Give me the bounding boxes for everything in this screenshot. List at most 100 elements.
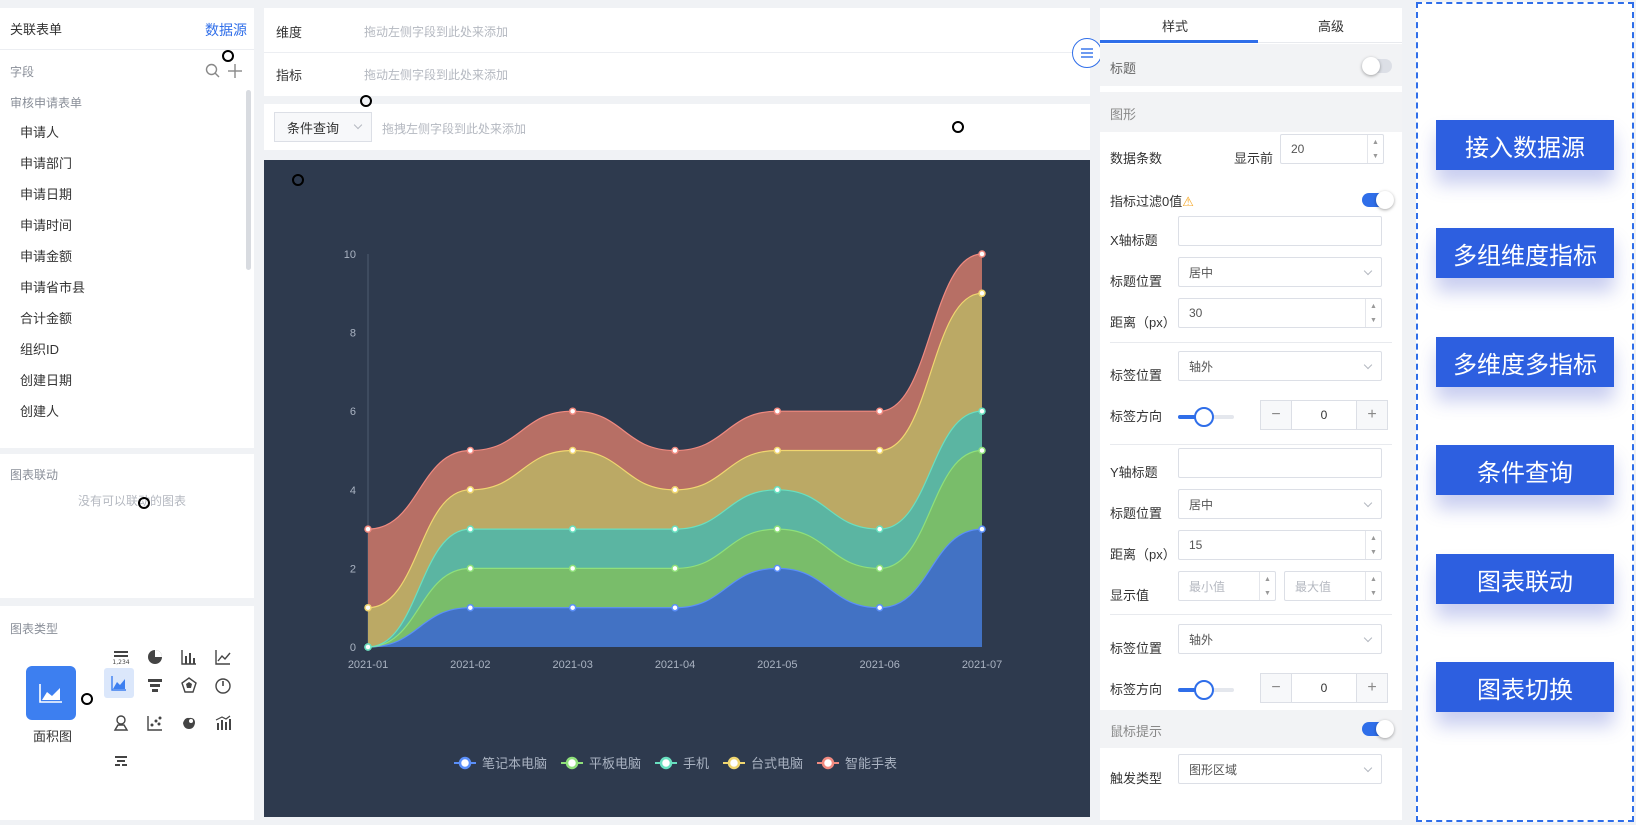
decrement-button[interactable]: − (1261, 674, 1291, 702)
menu-toggle-button[interactable] (1072, 38, 1102, 68)
x-tag-dir-slider[interactable] (1178, 407, 1234, 427)
add-icon[interactable] (226, 62, 244, 80)
search-icon[interactable] (204, 62, 222, 80)
field-item[interactable]: 组织ID (20, 339, 59, 358)
dimension-label: 维度 (276, 25, 303, 40)
tab-style[interactable]: 样式 (1162, 16, 1188, 35)
data-point (568, 446, 577, 455)
filter-select-value: 条件查询 (287, 120, 340, 136)
chevron-down-icon (1363, 633, 1373, 643)
tab-advanced[interactable]: 高级 (1318, 16, 1344, 35)
chart-link-panel: 图表联动 没有可以联动的图表 (0, 454, 254, 598)
marker-circle (292, 174, 304, 186)
legend-label: 笔记本电脑 (482, 756, 547, 771)
chart-link-title: 图表联动 (10, 468, 59, 482)
x-tag-dir-stepper[interactable]: − 0 + (1260, 400, 1388, 430)
x-tag-dir-label: 标签方向 (1110, 409, 1163, 424)
field-item[interactable]: 申请日期 (20, 184, 72, 203)
data-source-link[interactable]: 数据源 (205, 20, 247, 40)
max-value-input[interactable]: 最大值 ▲ ▼ (1284, 571, 1382, 601)
y-tag-pos-select[interactable]: 轴外 (1178, 624, 1382, 654)
data-point (875, 564, 884, 573)
data-point (875, 603, 884, 612)
y-tag-dir-value[interactable]: 0 (1291, 674, 1357, 702)
x-tick-label: 2021-01 (348, 659, 388, 671)
word-cloud-icon[interactable] (108, 748, 134, 774)
x-tag-pos-select[interactable]: 轴外 (1178, 351, 1382, 381)
chevron-down-icon (353, 120, 363, 130)
funnel-chart-icon[interactable] (142, 672, 168, 698)
data-point (978, 289, 986, 298)
metric-dropzone[interactable]: 拖动左侧字段到此处来添加 (364, 66, 508, 83)
area-chart-small-icon[interactable] (104, 668, 134, 698)
min-value-input[interactable]: 最小值 ▲ ▼ (1178, 571, 1276, 601)
radar-chart-icon[interactable] (176, 672, 202, 698)
tooltip-toggle[interactable] (1362, 720, 1394, 738)
number-spinner[interactable]: ▲ ▼ (1365, 531, 1381, 559)
y-tag-dir-stepper[interactable]: − 0 + (1260, 673, 1388, 703)
feature-list: 接入数据源 多组维度指标 多维度多指标 条件查询 图表联动 图表切换 (1416, 2, 1634, 822)
stacked-area-chart: 0 2 4 6 8 10 2021-01 2021-02 2021-03 2021-04 2021-… (344, 249, 1002, 771)
number-card-icon[interactable]: 1,234 (108, 644, 134, 670)
decrement-button[interactable]: − (1261, 401, 1291, 429)
map-pin-chart-icon[interactable] (108, 710, 134, 736)
field-item[interactable]: 申请省市县 (20, 277, 85, 296)
y-title-input[interactable] (1178, 448, 1382, 478)
data-point (364, 643, 372, 651)
number-spinner[interactable]: ▲ ▼ (1365, 572, 1381, 600)
title-toggle[interactable] (1362, 57, 1392, 75)
geo-map-icon[interactable] (176, 710, 202, 736)
filter-dropzone[interactable]: 拖拽左侧字段到此处来添加 (382, 120, 526, 137)
y-tag-pos-label: 标签位置 (1110, 641, 1163, 656)
selected-area-chart-button[interactable] (26, 666, 76, 720)
number-spinner[interactable]: ▲ ▼ (1259, 572, 1275, 600)
bar-chart-icon[interactable] (176, 644, 202, 670)
list-icon (1081, 48, 1093, 58)
field-item[interactable]: 申请人 (20, 122, 59, 141)
show-value-label: 显示值 (1110, 588, 1150, 603)
show-top-input[interactable]: 20 ▲ ▼ (1280, 134, 1384, 164)
filter-zero-label: 指标过滤0值⚠ (1110, 194, 1194, 209)
y-distance-value: 15 (1189, 538, 1203, 552)
data-point (773, 564, 782, 573)
data-point (671, 525, 679, 533)
data-point (568, 564, 577, 573)
chart-area: 0 2 4 6 8 10 2021-01 2021-02 2021-03 2021-04 2021-… (264, 160, 1090, 817)
x-distance-input[interactable]: 30 ▲ ▼ (1178, 298, 1382, 328)
increment-button[interactable]: + (1357, 674, 1387, 702)
field-item[interactable]: 合计金额 (20, 308, 72, 327)
x-tag-dir-value[interactable]: 0 (1291, 401, 1357, 429)
filter-zero-toggle[interactable] (1362, 191, 1394, 209)
number-spinner[interactable]: ▲ ▼ (1365, 299, 1381, 327)
x-tick-label: 2021-07 (962, 659, 1002, 671)
filter-select[interactable]: 条件查询 (274, 112, 372, 142)
combo-chart-icon[interactable] (210, 710, 236, 736)
number-spinner[interactable]: ▲ ▼ (1367, 135, 1383, 163)
scatter-chart-icon[interactable] (142, 710, 168, 736)
data-point (466, 525, 475, 533)
gauge-chart-icon[interactable] (210, 672, 236, 698)
x-title-pos-select[interactable]: 居中 (1178, 257, 1382, 287)
y-title-pos-select[interactable]: 居中 (1178, 489, 1382, 519)
min-placeholder: 最小值 (1189, 579, 1226, 594)
field-item[interactable]: 申请时间 (20, 215, 72, 234)
x-tick-label: 2021-04 (655, 659, 695, 671)
y-distance-input[interactable]: 15 ▲ ▼ (1178, 530, 1382, 560)
x-title-input[interactable] (1178, 216, 1382, 246)
filter-box: 条件查询 拖拽左侧字段到此处来添加 (264, 104, 1090, 150)
trigger-select[interactable]: 图形区域 (1178, 754, 1382, 784)
field-item[interactable]: 创建人 (20, 401, 59, 420)
tooltip-section-title: 鼠标提示 (1110, 724, 1163, 739)
increment-button[interactable]: + (1357, 401, 1387, 429)
y-tick-label: 8 (350, 328, 356, 340)
field-item[interactable]: 创建日期 (20, 370, 72, 389)
legend-marker (821, 756, 835, 770)
pie-chart-icon[interactable] (142, 644, 168, 670)
field-item[interactable]: 申请部门 (20, 153, 72, 172)
line-chart-icon[interactable] (210, 644, 236, 670)
y-tick-label: 6 (350, 406, 356, 418)
field-item[interactable]: 申请金额 (20, 246, 72, 265)
y-tag-dir-slider[interactable] (1178, 680, 1234, 700)
dimension-dropzone[interactable]: 拖动左侧字段到此处来添加 (364, 23, 508, 40)
fields-scrollbar[interactable] (246, 90, 251, 270)
